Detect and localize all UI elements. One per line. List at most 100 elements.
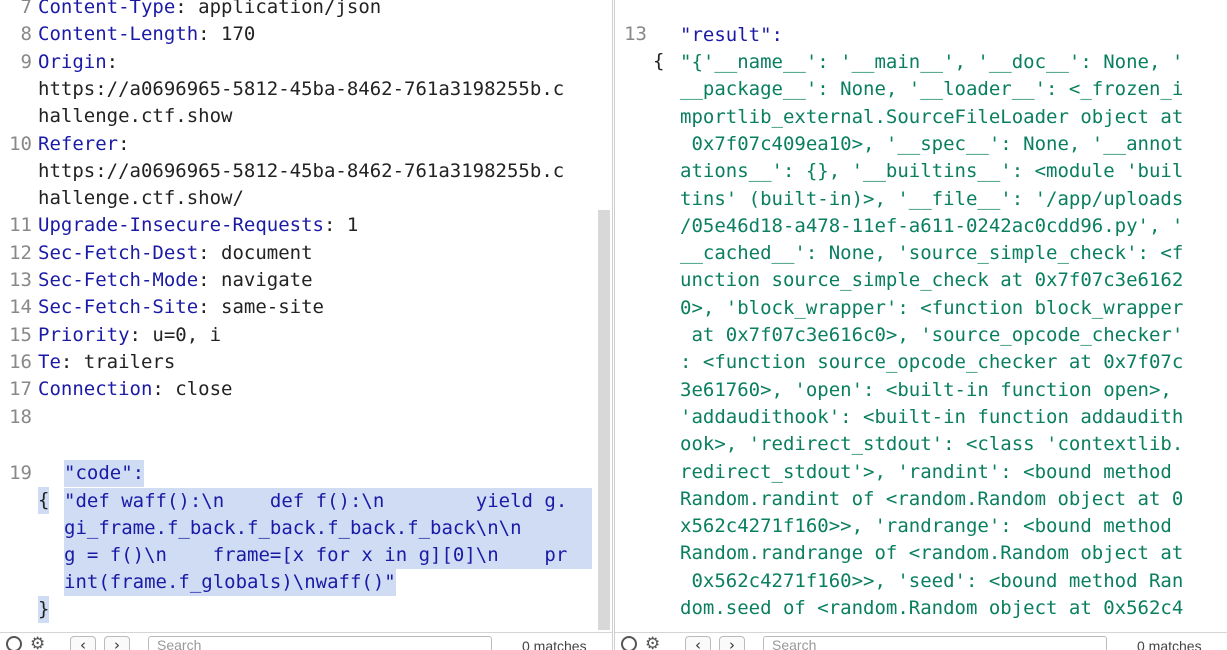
request-line: https://a0696965-5812-45ba-8462-761a3198… <box>0 76 612 103</box>
request-line: 8 Content-Length: 170 <box>0 21 612 48</box>
gear-icon[interactable]: ⚙ <box>645 636 663 650</box>
response-match-count: 0 matches <box>1137 638 1202 650</box>
line-number: 9 <box>20 50 32 73</box>
request-search-bar: ⚙ ‹ › Search 0 matches <box>0 632 612 650</box>
line-text: hallenge.ctf.show <box>38 103 232 130</box>
response-search-input[interactable]: Search <box>763 636 1107 650</box>
header-separator: : <box>60 350 84 373</box>
code-key: "code": <box>64 460 145 487</box>
header-separator: : <box>152 378 176 401</box>
result-value-line: 3e61760>, 'open': <built-in function ope… <box>680 378 1172 401</box>
help-icon[interactable] <box>621 636 637 650</box>
result-value-line: Random.randrange of <random.Random objec… <box>680 542 1184 565</box>
line-text: Referer: <box>38 131 130 158</box>
line-text: Priority: u=0, i <box>38 322 221 349</box>
request-line: 14 Sec-Fetch-Site: same-site <box>0 294 612 321</box>
header-separator: : <box>198 241 222 264</box>
header-separator: : <box>198 23 222 46</box>
line-text: Te: trailers <box>38 349 175 376</box>
line-number: 16 <box>9 350 32 373</box>
header-name: Sec-Fetch-Dest <box>38 241 199 264</box>
request-editor-pane[interactable]: 7 Content-Type: application/json 8 Content-… <box>0 0 613 650</box>
line-number: 18 <box>9 405 32 428</box>
next-match-button[interactable]: › <box>719 636 745 650</box>
request-line: 13 Sec-Fetch-Mode: navigate <box>0 267 612 294</box>
body-close-brace: } <box>38 596 50 623</box>
line-number: 15 <box>9 323 32 346</box>
result-value-line: ook>, 'redirect_stdout': <class 'context… <box>680 433 1184 456</box>
line-number: 7 <box>20 0 32 18</box>
result-key: "result": <box>680 24 783 46</box>
header-separator: : <box>106 50 119 73</box>
line-number: 12 <box>9 241 32 264</box>
next-match-button[interactable]: › <box>104 636 130 650</box>
help-icon[interactable] <box>6 636 22 650</box>
header-value: same-site <box>221 296 324 319</box>
body-open-brace: { <box>38 487 50 514</box>
line-number: 13 <box>624 23 647 45</box>
line-text: Upgrade-Insecure-Requests: 1 <box>38 212 358 239</box>
request-scrollbar-thumb[interactable] <box>598 210 610 630</box>
code-value-line: gi_frame.f_back.f_back.f_back.f_back\n\n <box>64 515 592 542</box>
header-separator: : <box>198 296 222 319</box>
result-value-line: mportlib_external.SourceFileLoader objec… <box>680 105 1184 128</box>
request-line: hallenge.ctf.show <box>0 103 612 130</box>
line-text: Origin: <box>38 49 118 76</box>
header-value: https://a0696965-5812-45ba-8462-761a3198… <box>38 159 565 182</box>
request-line: 18 <box>0 404 612 431</box>
request-match-count: 0 matches <box>522 638 587 650</box>
line-number: 10 <box>9 132 32 155</box>
result-value-line: __cached__': None, 'source_simple_check'… <box>680 242 1184 265</box>
result-value-line: ations__': {}, '__builtins__': <module '… <box>680 160 1184 183</box>
result-value-line: /05e46d18-a478-11ef-a611-0242ac0cdd96.py… <box>680 214 1184 237</box>
header-separator: : <box>175 0 199 18</box>
header-name: Content-Length <box>38 23 199 46</box>
header-value: 1 <box>346 214 359 237</box>
request-scrollbar[interactable] <box>598 210 610 630</box>
header-name: Connection <box>38 378 153 401</box>
result-value-line: 'addaudithook': <built-in function addau… <box>680 405 1184 428</box>
header-name: Content-Type <box>38 0 176 18</box>
line-number: 8 <box>20 23 32 46</box>
result-value-line: unction source_simple_check at 0x7f07c3e… <box>680 269 1184 292</box>
line-text: https://a0696965-5812-45ba-8462-761a3198… <box>38 158 564 185</box>
request-line: https://a0696965-5812-45ba-8462-761a3198… <box>0 158 612 185</box>
result-value-line: redirect_stdout'>, 'randint': <bound met… <box>680 460 1172 483</box>
header-value: hallenge.ctf.show <box>38 105 233 128</box>
request-line: 16 Te: trailers <box>0 349 612 376</box>
response-viewer-pane[interactable]: 13 { "result": "{'__name__': '__main__',… <box>614 0 1227 650</box>
header-name: Origin <box>38 50 107 73</box>
header-name: Te <box>38 350 61 373</box>
header-value: u=0, i <box>152 323 222 346</box>
result-value-line: __package__': None, '__loader__': <_froz… <box>680 78 1184 101</box>
line-number: 14 <box>9 296 32 319</box>
result-value-line: : <function source_opcode_checker at 0x7… <box>680 351 1184 374</box>
line-text: Sec-Fetch-Dest: document <box>38 240 313 267</box>
result-value-line: "{'__name__': '__main__', '__doc__': Non… <box>680 51 1184 73</box>
request-search-input[interactable]: Search <box>148 636 492 650</box>
request-line: 11 Upgrade-Insecure-Requests: 1 <box>0 212 612 239</box>
header-separator: : <box>118 132 130 155</box>
line-number: 17 <box>9 378 32 401</box>
response-open-brace: { <box>653 50 665 72</box>
result-value-line: x562c4271f160>>, 'randrange': <bound met… <box>680 515 1172 538</box>
request-line: 7 Content-Type: application/json <box>0 0 612 21</box>
result-value-line: tins' (built-in)>, '__file__': '/app/upl… <box>680 187 1184 210</box>
header-name: Priority <box>38 323 130 346</box>
response-open-line: 13 { <box>615 0 1227 72</box>
header-value: document <box>221 241 313 264</box>
header-value: 170 <box>221 23 256 46</box>
header-name: Referer <box>38 132 119 155</box>
previous-match-button[interactable]: ‹ <box>70 636 96 650</box>
header-name: Sec-Fetch-Mode <box>38 269 199 291</box>
request-line: 12 Sec-Fetch-Dest: document <box>0 240 612 267</box>
request-body-open-line: 19 { <box>0 433 612 514</box>
header-value: trailers <box>83 350 176 373</box>
previous-match-button[interactable]: ‹ <box>685 636 711 650</box>
result-value-line: at 0x7f07c3e616c0>, 'source_opcode_check… <box>680 324 1184 346</box>
code-value-line: int(frame.f_globals)\nwaff()" <box>64 569 396 596</box>
header-value: https://a0696965-5812-45ba-8462-761a3198… <box>38 77 565 100</box>
gear-icon[interactable]: ⚙ <box>30 636 48 650</box>
line-text: Sec-Fetch-Mode: navigate <box>38 267 313 294</box>
code-value-line: g = f()\n frame=[x for x in g][0]\n pr <box>64 542 592 569</box>
